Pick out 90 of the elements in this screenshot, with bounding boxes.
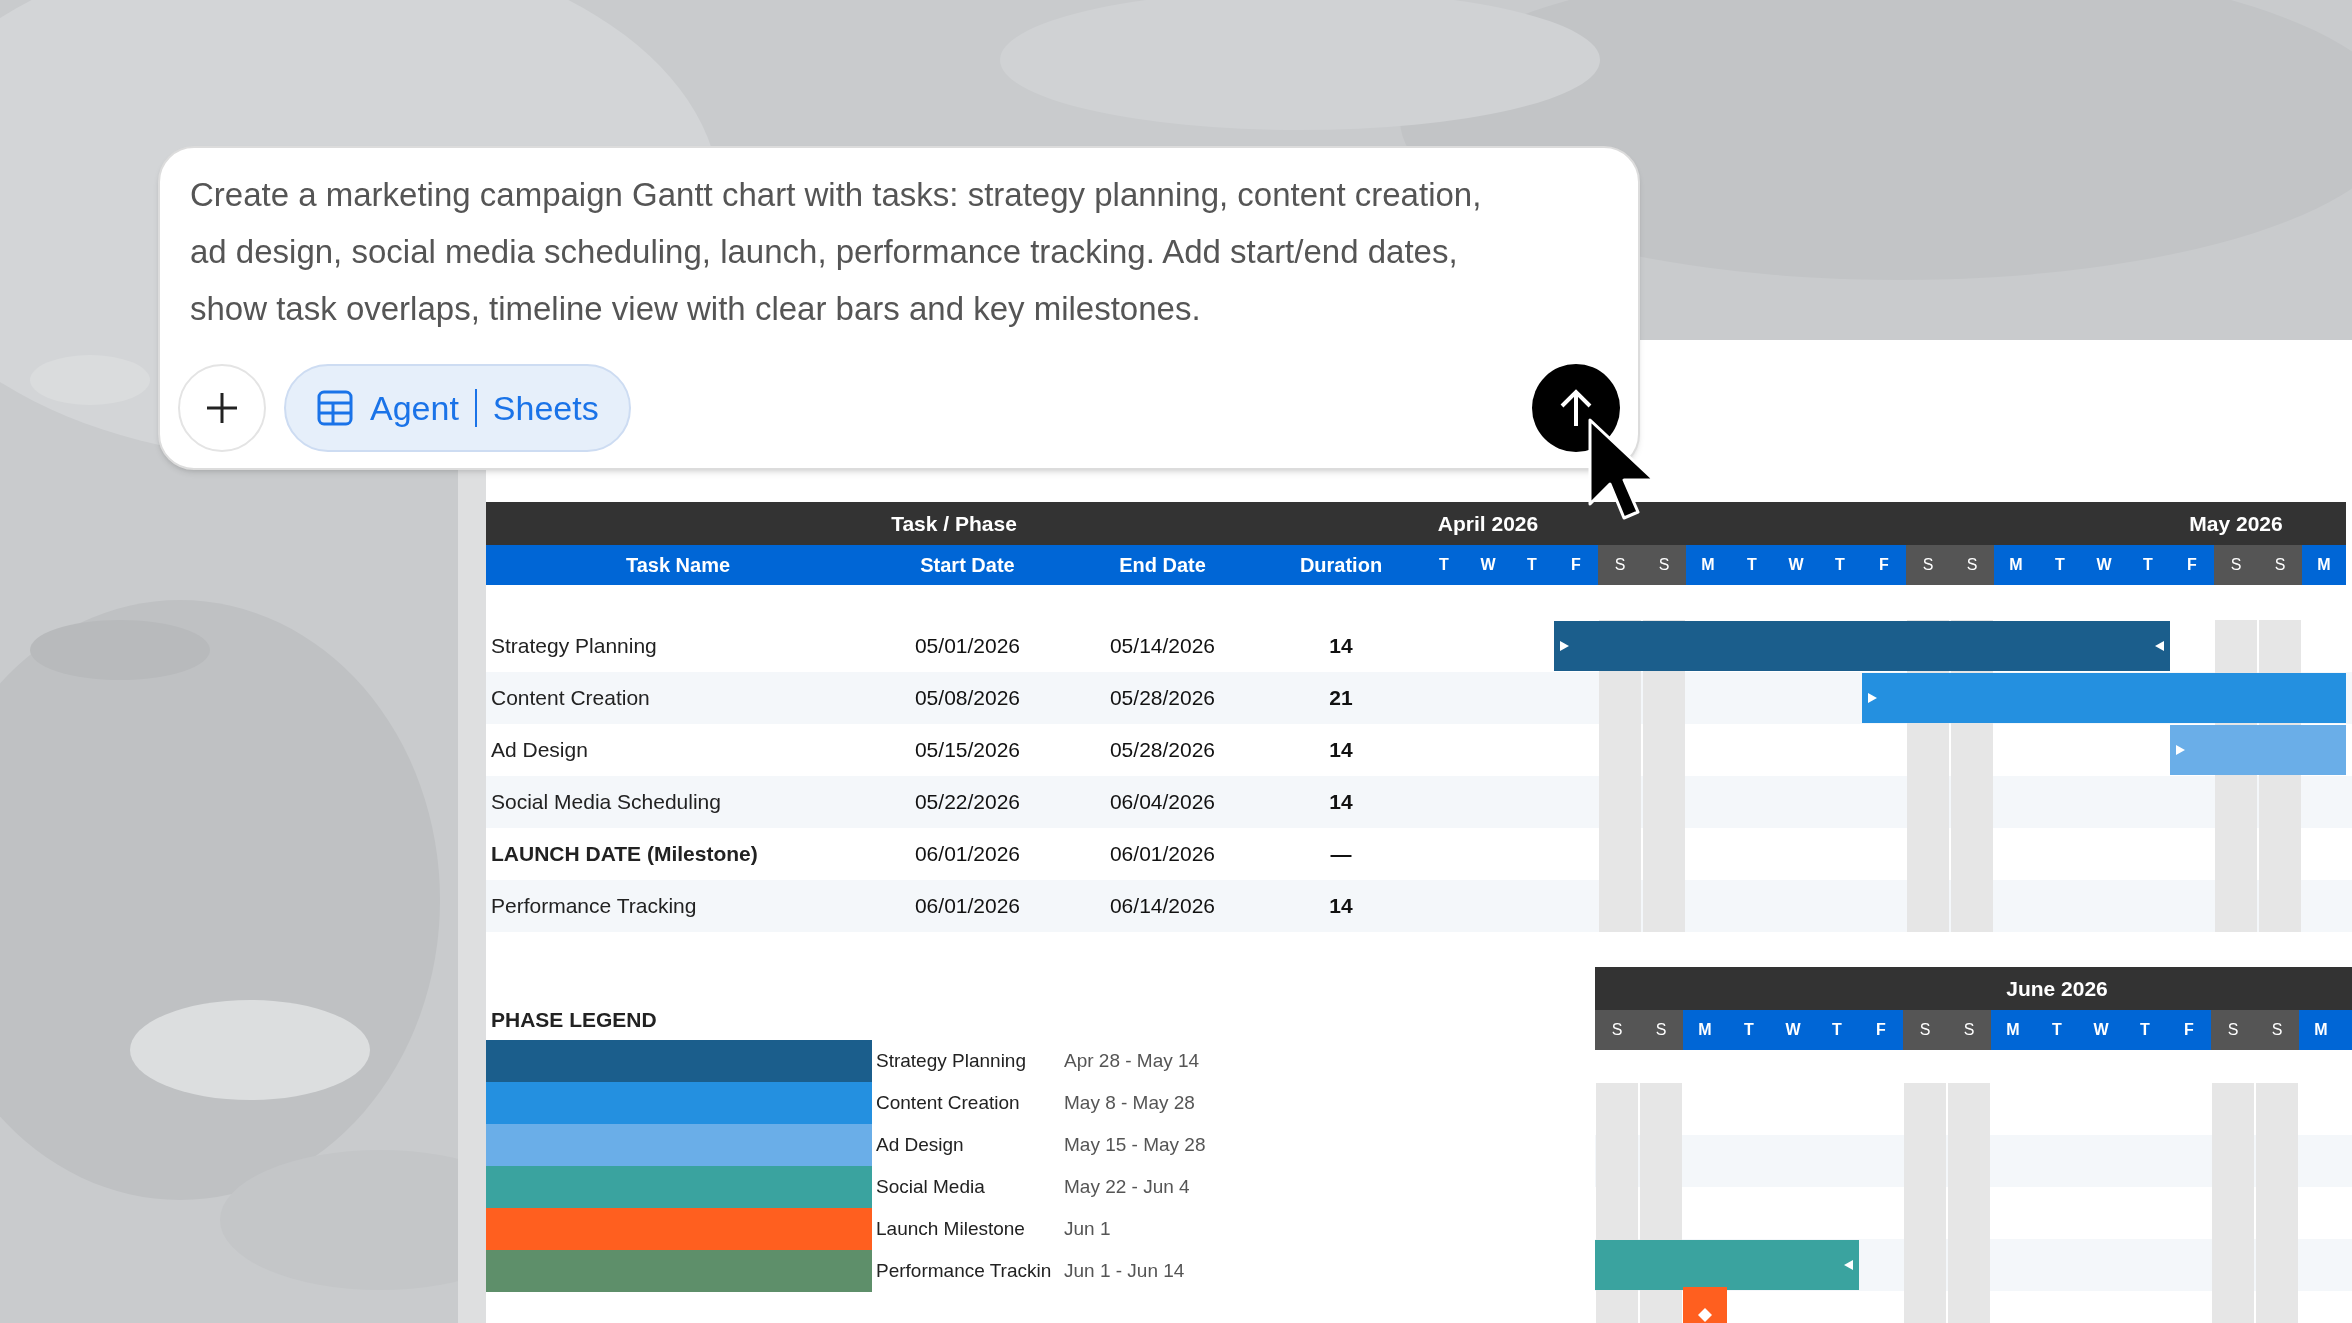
duration: 14 — [1329, 789, 1353, 816]
start-date: 05/22/2026 — [914, 789, 1021, 816]
day-header: S — [1595, 1010, 1639, 1050]
day-header: T — [2126, 545, 2170, 585]
task-name: Content Creation — [491, 685, 650, 712]
day-header: S — [2211, 1010, 2255, 1050]
legend-dates: Jun 1 - Jun 14 — [1064, 1258, 1185, 1283]
start-date: 05/01/2026 — [914, 633, 1021, 660]
table-icon — [316, 389, 354, 427]
column-header: Task Name — [486, 545, 870, 585]
end-date: 05/28/2026 — [1109, 737, 1216, 764]
prompt-text[interactable]: Create a marketing campaign Gantt chart with tasks: strategy planning, content creation, ad design, social media scheduling, launch, performance tracking. Add start/end dates, show task overlaps, timeline view with clear bars and key milestones. — [160, 148, 1638, 337]
day-header: T — [1818, 545, 1862, 585]
month-label: June 2026 — [2006, 975, 2108, 1002]
legend-dates: May 22 - Jun 4 — [1064, 1174, 1190, 1199]
day-header: S — [1947, 1010, 1991, 1050]
day-header: T — [2038, 545, 2082, 585]
day-header: F — [2170, 545, 2214, 585]
weekend-shade — [2212, 1083, 2254, 1135]
group-header: Task / Phase — [486, 502, 1422, 545]
day-header: F — [1554, 545, 1598, 585]
day-header: S — [2255, 1010, 2299, 1050]
day-header: S — [1906, 545, 1950, 585]
end-date: 05/14/2026 — [1109, 633, 1216, 660]
end-date: 06/04/2026 — [1109, 789, 1216, 816]
legend-title: PHASE LEGEND — [490, 1007, 658, 1033]
day-header: T — [1422, 545, 1466, 585]
weekend-shade — [1907, 880, 1949, 932]
legend-label: Performance Trackin — [875, 1258, 1053, 1283]
day-header: S — [1598, 545, 1642, 585]
end-date: 06/14/2026 — [1109, 893, 1216, 920]
end-date: 06/01/2026 — [1109, 841, 1216, 868]
day-header: S — [2258, 545, 2302, 585]
month-label: May 2026 — [2189, 510, 2283, 537]
column-header: Duration — [1260, 545, 1422, 585]
task-name: Social Media Scheduling — [491, 789, 721, 816]
legend-dates: May 8 - May 28 — [1064, 1090, 1195, 1115]
day-header: T — [1510, 545, 1554, 585]
duration: — — [1330, 841, 1352, 868]
weekend-shade — [1596, 1083, 1638, 1135]
weekend-shade — [1640, 1083, 1682, 1135]
task-name: Performance Tracking — [491, 893, 697, 920]
day-header: W — [1466, 545, 1510, 585]
day-header: F — [1862, 545, 1906, 585]
weekend-shade — [2256, 1083, 2298, 1135]
start-date: 05/08/2026 — [914, 685, 1021, 712]
legend-label: Launch Milestone — [875, 1216, 1026, 1241]
legend-label: Strategy Planning — [875, 1048, 1027, 1073]
weekend-shade — [2259, 880, 2301, 932]
duration: 14 — [1329, 737, 1353, 764]
legend-label: Ad Design — [875, 1132, 965, 1157]
task-name: Strategy Planning — [491, 633, 657, 660]
legend-dates: Jun 1 — [1064, 1216, 1111, 1241]
day-header: M — [1686, 545, 1730, 585]
task-name: Ad Design — [491, 737, 588, 764]
agent-sheets-chip[interactable]: Agent Sheets — [284, 364, 631, 452]
weekend-shade — [1599, 880, 1641, 932]
legend-label: Content Creation — [875, 1090, 1021, 1115]
duration: 21 — [1329, 685, 1353, 712]
day-header: S — [1950, 545, 1994, 585]
task-name: LAUNCH DATE (Milestone) — [491, 841, 758, 868]
arrow-up-icon — [1558, 388, 1594, 428]
duration: 14 — [1329, 893, 1353, 920]
end-date: 05/28/2026 — [1109, 685, 1216, 712]
weekend-shade — [2215, 880, 2257, 932]
day-header: M — [2302, 545, 2346, 585]
start-date: 05/15/2026 — [914, 737, 1021, 764]
day-header: W — [2082, 545, 2126, 585]
month-label: April 2026 — [1437, 510, 1539, 537]
start-date: 06/01/2026 — [914, 893, 1021, 920]
day-header: W — [1774, 545, 1818, 585]
weekend-shade — [1948, 1083, 1990, 1135]
weekend-shade — [1904, 1083, 1946, 1135]
column-header: Start Date — [870, 545, 1065, 585]
duration: 14 — [1329, 633, 1353, 660]
legend-dates: May 15 - May 28 — [1064, 1132, 1206, 1157]
day-header: S — [1903, 1010, 1947, 1050]
start-date: 06/01/2026 — [914, 841, 1021, 868]
day-header: T — [1730, 545, 1774, 585]
day-header: S — [2214, 545, 2258, 585]
legend-dates: Apr 28 - May 14 — [1064, 1048, 1200, 1073]
weekend-shade — [1951, 880, 1993, 932]
plus-icon — [205, 391, 239, 425]
day-header: S — [1639, 1010, 1683, 1050]
weekend-shade — [1643, 880, 1685, 932]
legend-label: Social Media — [875, 1174, 986, 1199]
diamond-icon — [1697, 1307, 1713, 1323]
day-header: S — [1642, 545, 1686, 585]
column-header: End Date — [1065, 545, 1260, 585]
day-header: M — [1994, 545, 2038, 585]
